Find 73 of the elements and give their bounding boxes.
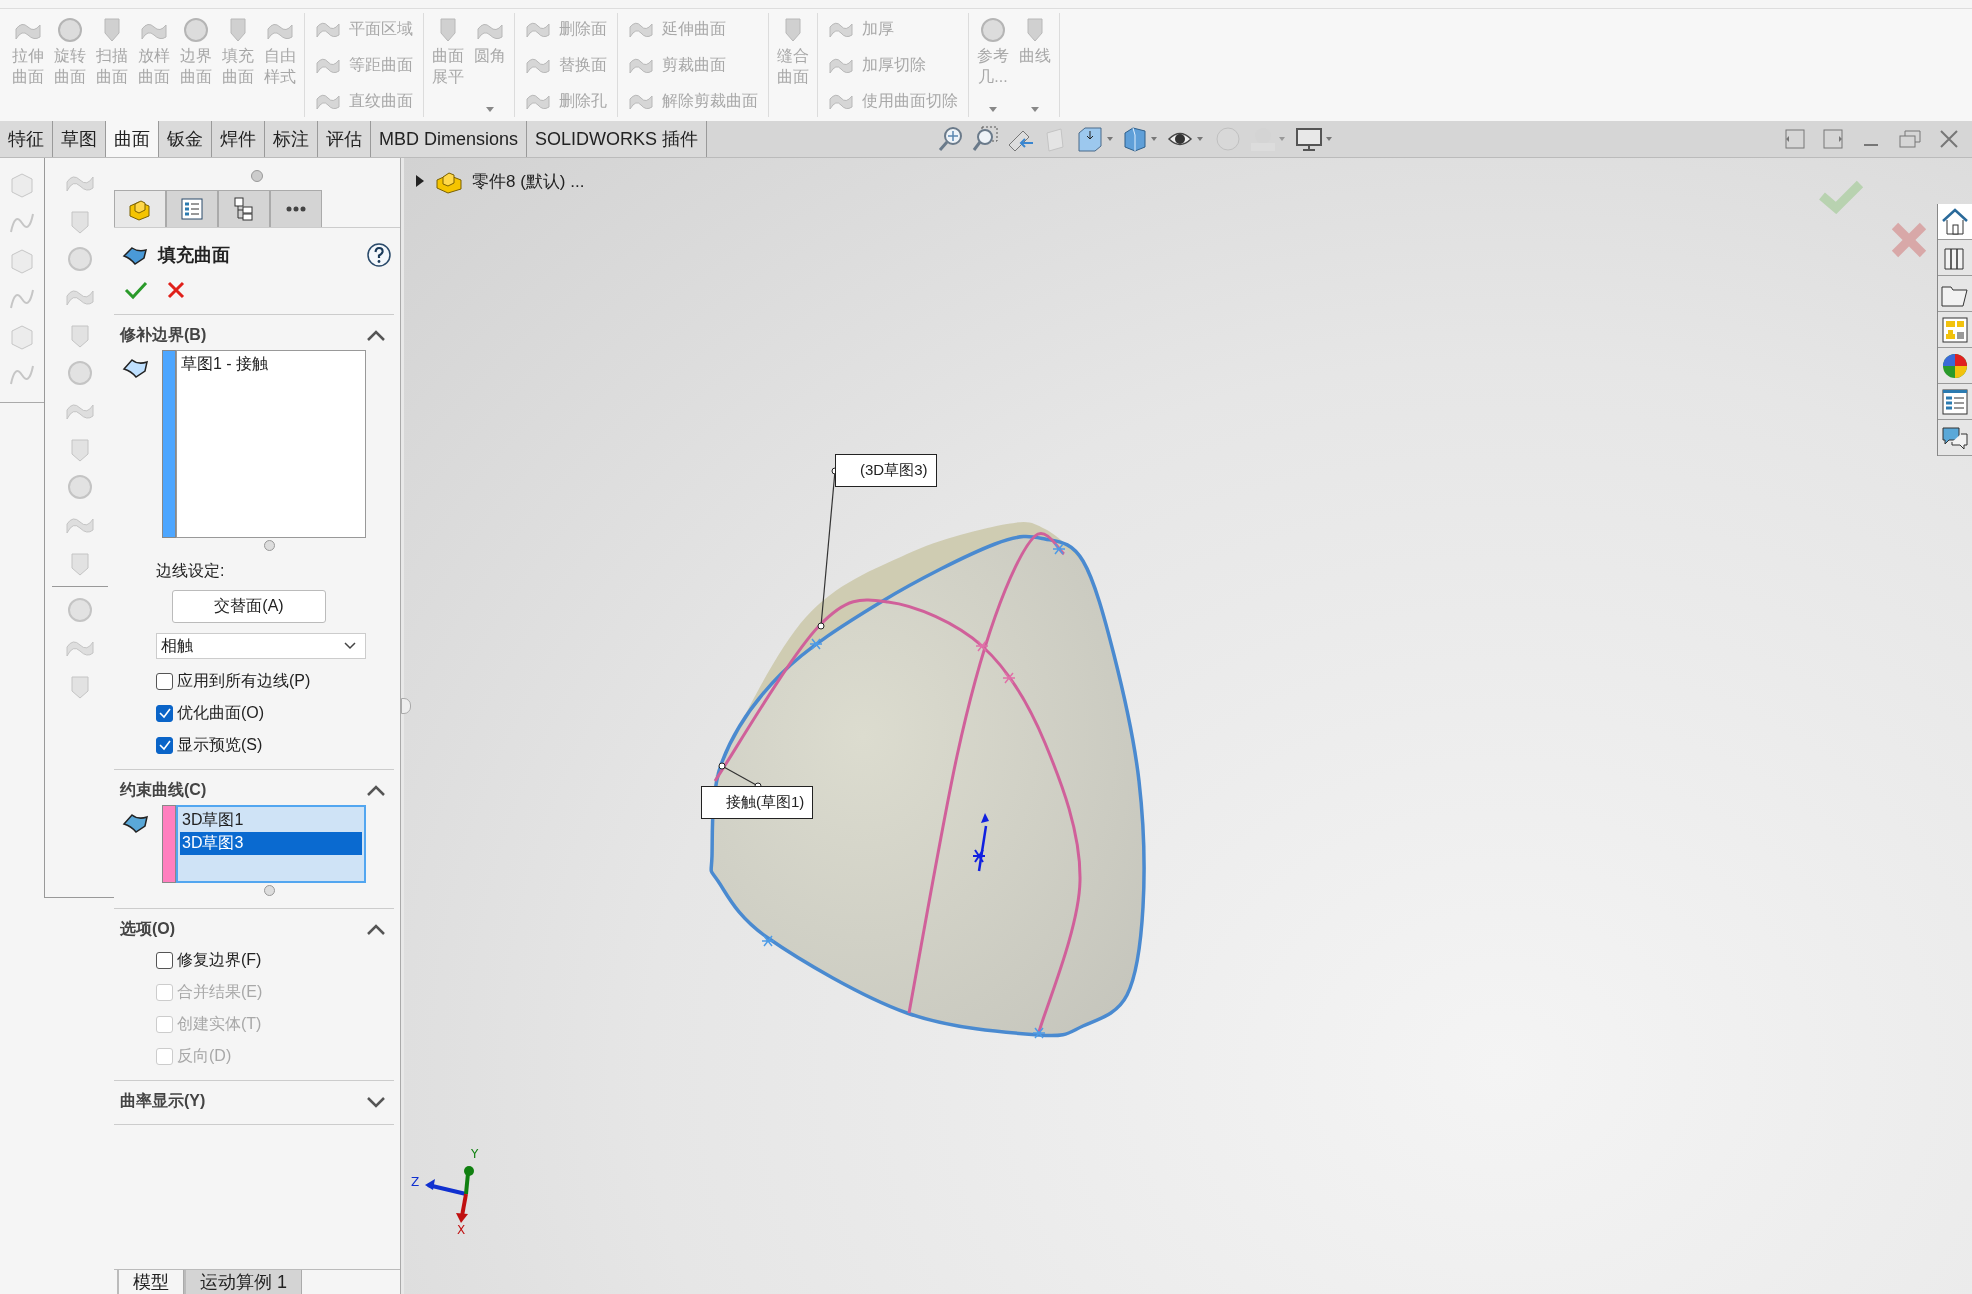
command-tab[interactable]: 钣金 xyxy=(159,121,212,157)
panel-tab[interactable] xyxy=(166,190,218,227)
expand-arrow-icon[interactable] xyxy=(414,174,426,188)
command-tab[interactable]: MBD Dimensions xyxy=(371,121,528,157)
command-tab[interactable]: 曲面 xyxy=(106,121,159,157)
list-item[interactable]: 3D草图3 xyxy=(180,832,362,855)
checkbox-label: 修复边界(F) xyxy=(177,949,262,970)
bottom-tab[interactable]: 模型 xyxy=(117,1270,184,1294)
field-label: 边线设定: xyxy=(156,561,226,581)
feature-tree-item[interactable]: 零件8 (默认) ... xyxy=(472,169,585,193)
command-tab[interactable]: 特征 xyxy=(0,121,53,157)
checkbox-label: 合并结果(E) xyxy=(177,981,263,1002)
callout-label: (3D草图3) xyxy=(835,454,937,487)
view-orientation-icon[interactable] xyxy=(1075,125,1116,153)
more-icon xyxy=(286,206,306,212)
callout-label: 接触(草图1) xyxy=(701,786,814,819)
panel-right-icon[interactable] xyxy=(1822,128,1844,150)
collapse-chevron-icon[interactable] xyxy=(366,783,386,798)
cancel-icon[interactable] xyxy=(166,280,186,300)
list-icon[interactable] xyxy=(1940,386,1970,417)
section-title: 约束曲线(C) xyxy=(120,780,207,800)
selection-list[interactable]: 草图1 - 接触 xyxy=(176,350,366,538)
command-tab[interactable]: 草图 xyxy=(53,121,106,157)
checkbox-label: 应用到所有边线(P) xyxy=(177,670,311,691)
panel-tab[interactable] xyxy=(218,190,270,227)
restore-icon[interactable] xyxy=(1898,128,1922,150)
checkbox[interactable] xyxy=(156,736,173,754)
checkbox[interactable] xyxy=(156,704,173,722)
direction-marker-icon xyxy=(972,813,989,872)
resize-handle[interactable] xyxy=(251,170,263,182)
section-title: 选项(O) xyxy=(120,919,176,939)
panel-title: 填充曲面 xyxy=(158,244,230,267)
selection-icon xyxy=(122,356,150,380)
home-icon[interactable] xyxy=(1940,206,1970,237)
caret-icon xyxy=(343,641,357,651)
panel-tab[interactable] xyxy=(114,190,166,227)
zoom-area-icon[interactable] xyxy=(971,125,1000,153)
fill-surface-icon xyxy=(122,244,148,266)
section-title: 修补边界(B) xyxy=(120,325,207,345)
panel-tab[interactable] xyxy=(270,190,322,227)
collapse-chevron-icon[interactable] xyxy=(366,328,386,343)
resize-handle[interactable] xyxy=(264,540,275,551)
checkbox[interactable] xyxy=(156,672,173,690)
dropdown[interactable]: 相触 xyxy=(156,633,366,659)
alternate-face-button[interactable]: 交替面(A) xyxy=(172,590,326,623)
axis-label: Y xyxy=(471,1147,479,1161)
help-icon[interactable] xyxy=(366,242,392,268)
ok-icon[interactable] xyxy=(124,280,148,300)
list-item[interactable]: 草图1 - 接触 xyxy=(179,353,363,376)
checkbox-label: 创建实体(T) xyxy=(177,1013,262,1034)
checkbox-label: 显示预览(S) xyxy=(177,734,263,755)
expand-chevron-icon[interactable] xyxy=(366,1094,386,1109)
resize-handle[interactable] xyxy=(264,885,275,896)
command-tab[interactable]: 评估 xyxy=(318,121,371,157)
checkbox-label: 反向(D) xyxy=(177,1045,232,1066)
triad-drawing xyxy=(425,1166,474,1223)
list-icon xyxy=(179,196,205,222)
palette-icon[interactable] xyxy=(1940,314,1970,345)
selection-icon xyxy=(122,811,150,835)
bottom-tab[interactable]: 运动算例 1 xyxy=(184,1270,302,1294)
panel-left-icon[interactable] xyxy=(1784,128,1806,150)
command-tab[interactable]: 焊件 xyxy=(212,121,265,157)
checkbox-label: 优化曲面(O) xyxy=(177,702,265,723)
axis-label: X xyxy=(457,1223,466,1237)
selection-list[interactable]: 3D草图1 3D草图3 xyxy=(176,805,366,883)
list-item[interactable]: 3D草图1 xyxy=(180,809,362,832)
close-icon[interactable] xyxy=(1938,128,1960,150)
command-tab[interactable]: 标注 xyxy=(265,121,318,157)
collapse-chevron-icon[interactable] xyxy=(366,922,386,937)
axis-label: Z xyxy=(411,1175,420,1189)
command-tab[interactable]: SOLIDWORKS 插件 xyxy=(527,121,708,157)
checkbox[interactable] xyxy=(156,951,173,969)
section-title: 曲率显示(Y) xyxy=(120,1091,206,1111)
